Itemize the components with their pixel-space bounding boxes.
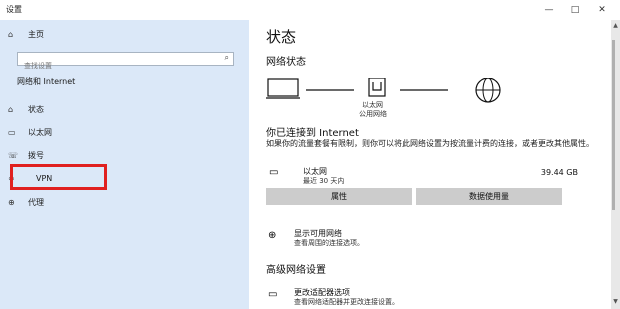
window-title: 设置: [6, 5, 22, 14]
show-networks-link[interactable]: ⊕ 显示可用网络 查看周围的连接选项。: [266, 228, 466, 248]
laptop-icon: [266, 78, 300, 99]
scroll-down-arrow[interactable]: ▼: [611, 298, 620, 305]
sidebar-item-label: 代理: [28, 197, 44, 207]
sidebar-item-status[interactable]: ⌂ 状态: [8, 102, 44, 116]
change-adapter-link[interactable]: ▭ 更改适配器选项 查看网络适配器并更改连接设置。: [266, 287, 486, 307]
adapter-settings-icon: ▭: [268, 289, 278, 300]
close-button[interactable]: ✕: [590, 2, 614, 18]
maximize-button[interactable]: □: [563, 2, 587, 18]
ethernet-icon: ▭: [8, 127, 16, 137]
data-usage-value: 39.44 GB: [540, 168, 578, 177]
page-title: 状态: [266, 28, 297, 46]
sidebar-item-dialup[interactable]: ☏ 拨号: [8, 148, 44, 162]
search-box[interactable]: ⌕: [17, 52, 234, 72]
globe-icon: ⊕: [8, 197, 15, 207]
scrollbar-thumb[interactable]: [612, 40, 615, 210]
dialup-icon: ☏: [8, 150, 19, 160]
sidebar-item-label: 以太网: [28, 127, 52, 137]
data-usage-button[interactable]: 数据使用量: [416, 188, 562, 205]
computer-icon: ▭: [269, 167, 279, 178]
connection-row: ▭ 以太网 最近 30 天内 39.44 GB: [266, 166, 601, 185]
vpn-highlight-box: [10, 164, 107, 190]
connected-heading: 你已连接到 Internet: [266, 128, 359, 139]
settings-window: 设置 — □ ✕ ⌂ 主页 ⌕ 网络和 Internet ⌂ 状态 ▭ 以太网 …: [0, 0, 620, 309]
scroll-up-arrow[interactable]: ▲: [611, 22, 620, 29]
connection-period: 最近 30 天内: [303, 177, 345, 185]
sidebar-item-label: 状态: [28, 104, 44, 114]
search-icon[interactable]: ⌕: [225, 53, 229, 63]
network-type-label: 公用网络: [359, 110, 387, 118]
home-icon: ⌂: [8, 29, 14, 39]
connected-description: 如果你的流量套餐有限制，则你可以将此网络设置为按流量计费的连接，或者更改其他属性…: [266, 139, 594, 148]
properties-button[interactable]: 属性: [266, 188, 412, 205]
title-bar: 设置 — □ ✕: [0, 0, 620, 20]
search-input[interactable]: [18, 60, 208, 72]
internet-globe-icon: [475, 78, 501, 103]
ethernet-adapter-icon: [368, 78, 386, 97]
show-networks-desc: 查看周围的连接选项。: [294, 239, 364, 247]
sidebar-section-title: 网络和 Internet: [17, 77, 76, 86]
advanced-settings-heading: 高级网络设置: [266, 265, 326, 276]
network-search-icon: ⊕: [268, 230, 277, 241]
main-content: 状态 网络状态 以太网 公用网络 你已连接到 Internet 如果你的流量套餐…: [249, 20, 611, 309]
minimize-button[interactable]: —: [537, 2, 561, 18]
sidebar-item-home[interactable]: ⌂ 主页: [8, 27, 44, 41]
sidebar-item-label: 拨号: [28, 150, 44, 160]
home-icon: ⌂: [8, 104, 14, 114]
change-adapter-desc: 查看网络适配器并更改连接设置。: [294, 298, 399, 306]
network-status-heading: 网络状态: [266, 57, 306, 68]
sidebar-item-proxy[interactable]: ⊕ 代理: [8, 195, 44, 209]
sidebar-home-label: 主页: [28, 29, 44, 39]
sidebar-item-ethernet[interactable]: ▭ 以太网: [8, 125, 52, 139]
